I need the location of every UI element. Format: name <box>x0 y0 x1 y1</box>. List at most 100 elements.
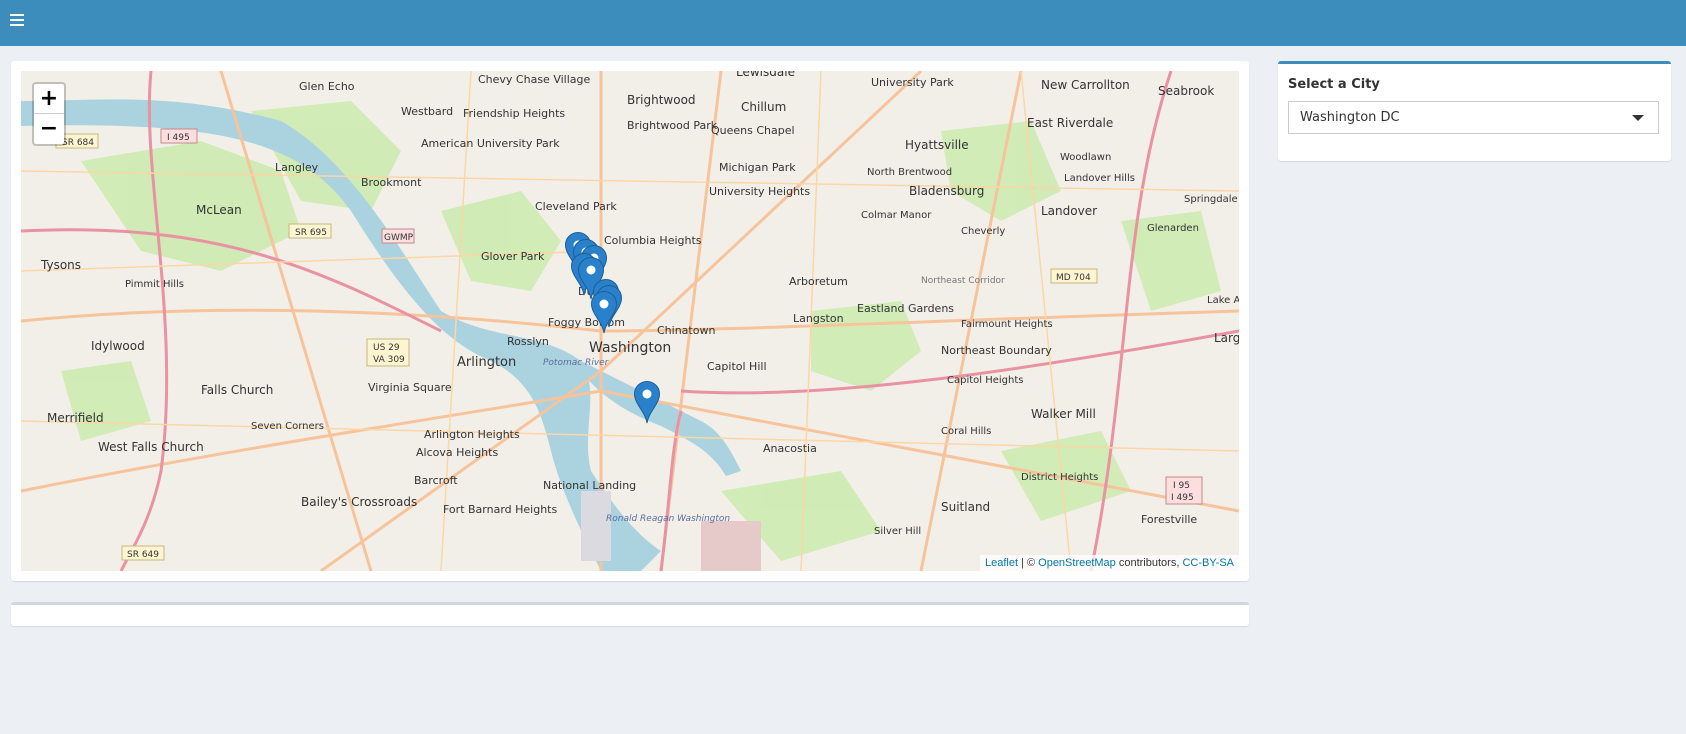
svg-text:Glen Echo: Glen Echo <box>299 80 355 93</box>
svg-text:University Heights: University Heights <box>709 185 810 198</box>
svg-text:Bladensburg: Bladensburg <box>909 184 984 198</box>
svg-text:Springdale: Springdale <box>1184 194 1238 205</box>
svg-text:Brookmont: Brookmont <box>361 176 422 189</box>
svg-text:Queens Chapel: Queens Chapel <box>711 124 795 137</box>
hamburger-icon[interactable] <box>10 14 25 28</box>
svg-text:SR 649: SR 649 <box>127 550 159 560</box>
svg-text:McLean: McLean <box>196 203 242 217</box>
svg-text:VA 309: VA 309 <box>373 355 405 365</box>
svg-text:Ronald Reagan Washington: Ronald Reagan Washington <box>606 514 730 524</box>
svg-text:Fort Barnard Heights: Fort Barnard Heights <box>443 503 557 516</box>
svg-text:Foggy Bottom: Foggy Bottom <box>548 316 625 329</box>
svg-text:West Falls Church: West Falls Church <box>98 440 204 454</box>
svg-text:Brightwood: Brightwood <box>627 93 696 107</box>
svg-text:East Riverdale: East Riverdale <box>1027 116 1113 130</box>
map-attribution: Leaflet | © OpenStreetMap contributors, … <box>979 555 1239 571</box>
attribution-separator: | © <box>1018 557 1039 569</box>
leaflet-map[interactable]: Lewisdale University Park New Carrollton… <box>21 71 1239 571</box>
svg-text:Alcova Heights: Alcova Heights <box>416 446 498 459</box>
svg-text:Coral Hills: Coral Hills <box>941 426 991 437</box>
svg-text:Langston: Langston <box>793 312 844 325</box>
svg-text:Arlington Heights: Arlington Heights <box>424 428 520 441</box>
svg-text:Arboretum: Arboretum <box>789 275 848 288</box>
svg-text:Landover: Landover <box>1041 204 1097 218</box>
svg-text:Westbard: Westbard <box>401 105 453 118</box>
svg-text:Lewisdale: Lewisdale <box>736 71 795 79</box>
svg-text:Lake A: Lake A <box>1207 295 1239 306</box>
svg-text:MD 704: MD 704 <box>1056 273 1091 283</box>
svg-text:Merrifield: Merrifield <box>47 411 104 425</box>
svg-text:Chillum: Chillum <box>741 100 786 114</box>
svg-text:Glenarden: Glenarden <box>1147 223 1199 234</box>
chevron-down-icon <box>1632 115 1644 121</box>
svg-text:Friendship Heights: Friendship Heights <box>463 107 565 120</box>
svg-text:US 29: US 29 <box>373 343 400 353</box>
svg-text:University Park: University Park <box>871 76 954 89</box>
svg-text:Columbia Heights: Columbia Heights <box>604 234 702 247</box>
svg-text:National Landing: National Landing <box>543 479 636 492</box>
svg-text:Pimmit Hills: Pimmit Hills <box>125 279 184 290</box>
svg-text:Idylwood: Idylwood <box>91 339 145 353</box>
svg-text:Fairmount Heights: Fairmount Heights <box>961 319 1053 330</box>
svg-text:Forestville: Forestville <box>1141 513 1197 526</box>
svg-text:District Heights: District Heights <box>1021 472 1098 483</box>
svg-text:Tysons: Tysons <box>40 258 81 272</box>
svg-text:Walker Mill: Walker Mill <box>1031 407 1096 421</box>
svg-text:Anacostia: Anacostia <box>763 442 817 455</box>
svg-text:GWMP: GWMP <box>384 233 414 243</box>
leaflet-link[interactable]: Leaflet <box>985 557 1018 569</box>
zoom-control: + − <box>32 82 66 146</box>
svg-text:Brightwood Park: Brightwood Park <box>627 119 718 132</box>
svg-text:Arlington: Arlington <box>457 355 516 370</box>
svg-text:Cleveland Park: Cleveland Park <box>535 200 617 213</box>
map-tiles: Lewisdale University Park New Carrollton… <box>21 71 1239 571</box>
svg-text:SR 695: SR 695 <box>295 228 327 238</box>
svg-text:Washington: Washington <box>589 340 671 356</box>
svg-text:Landover Hills: Landover Hills <box>1064 173 1135 184</box>
svg-text:Capitol Heights: Capitol Heights <box>947 375 1024 386</box>
svg-text:Falls Church: Falls Church <box>201 383 273 397</box>
svg-text:Virginia Square: Virginia Square <box>368 381 452 394</box>
svg-text:I 495: I 495 <box>167 133 190 143</box>
svg-text:Eastland Gardens: Eastland Gardens <box>857 302 954 315</box>
svg-text:Seabrook: Seabrook <box>1158 84 1214 98</box>
svg-text:Bailey's Crossroads: Bailey's Crossroads <box>301 495 417 509</box>
svg-text:Cheverly: Cheverly <box>961 226 1005 237</box>
svg-text:Suitland: Suitland <box>941 500 990 514</box>
svg-text:Glover Park: Glover Park <box>481 250 545 263</box>
svg-text:Michigan Park: Michigan Park <box>719 161 796 174</box>
svg-text:Northeast Boundary: Northeast Boundary <box>941 344 1052 357</box>
zoom-out-button[interactable]: − <box>34 114 64 144</box>
osm-link[interactable]: OpenStreetMap <box>1038 557 1116 569</box>
svg-text:Rosslyn: Rosslyn <box>507 335 549 348</box>
svg-text:Barcroft: Barcroft <box>414 474 458 487</box>
svg-text:Potomac River: Potomac River <box>543 358 610 368</box>
svg-text:Seven Corners: Seven Corners <box>251 421 324 432</box>
city-select-label: Select a City <box>1288 77 1380 92</box>
svg-text:New Carrollton: New Carrollton <box>1041 78 1130 92</box>
svg-text:Colmar Manor: Colmar Manor <box>861 210 932 221</box>
svg-text:Langley: Langley <box>275 161 319 174</box>
city-selector-panel: Select a City Washington DC <box>1278 61 1671 161</box>
attribution-contributors: contributors, <box>1115 557 1183 569</box>
svg-text:SR 684: SR 684 <box>62 138 94 148</box>
svg-text:Chinatown: Chinatown <box>657 324 715 337</box>
svg-text:I 495: I 495 <box>1171 493 1194 503</box>
svg-text:Silver Hill: Silver Hill <box>874 526 921 537</box>
city-select[interactable]: Washington DC <box>1288 101 1659 134</box>
output-panel <box>11 602 1249 626</box>
svg-text:Hyattsville: Hyattsville <box>905 138 969 152</box>
svg-text:Larg: Larg <box>1214 331 1239 345</box>
svg-text:American University Park: American University Park <box>421 137 560 150</box>
top-header <box>0 0 1686 46</box>
map-panel: Lewisdale University Park New Carrollton… <box>11 61 1249 581</box>
svg-text:Chevy Chase Village: Chevy Chase Village <box>478 73 590 86</box>
svg-text:I 95: I 95 <box>1173 481 1190 491</box>
svg-text:Capitol Hill: Capitol Hill <box>707 360 767 373</box>
svg-text:Woodlawn: Woodlawn <box>1060 152 1111 163</box>
zoom-in-button[interactable]: + <box>34 84 64 114</box>
svg-text:North Brentwood: North Brentwood <box>867 167 952 178</box>
city-select-value: Washington DC <box>1300 110 1400 125</box>
svg-text:Northeast Corridor: Northeast Corridor <box>921 276 1005 286</box>
license-link[interactable]: CC-BY-SA <box>1182 557 1234 569</box>
